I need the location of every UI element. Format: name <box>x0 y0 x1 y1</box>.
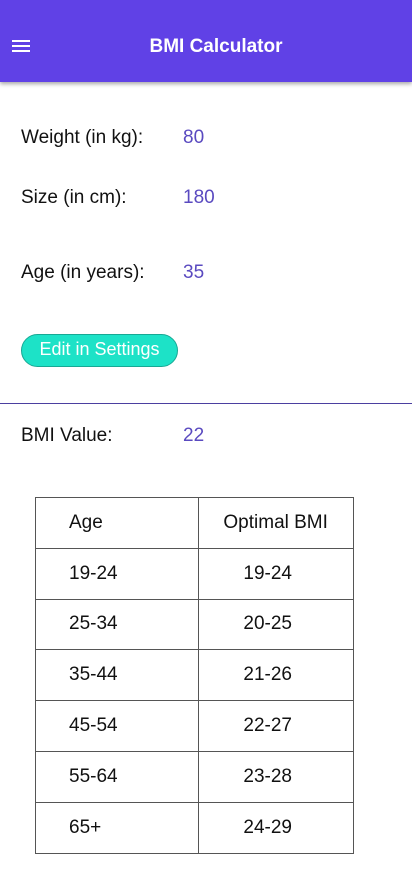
weight-value: 80 <box>183 127 205 148</box>
table-cell-age: 25-34 <box>34 598 200 651</box>
table-cell-bmi: 19-24 <box>198 547 354 600</box>
table-cell-bmi: 23-28 <box>198 750 354 803</box>
weight-label: Weight (in kg): <box>21 127 144 148</box>
table-header-row: Age Optimal BMI <box>34 497 354 549</box>
table-header-optimal-bmi: Optimal BMI <box>198 497 354 549</box>
bmi-value: 22 <box>183 425 205 446</box>
divider <box>0 403 412 404</box>
table-cell-bmi: 20-25 <box>198 598 354 651</box>
table-cell-age: 35-44 <box>34 649 200 702</box>
size-label: Size (in cm): <box>21 187 127 208</box>
optimal-bmi-table: Age Optimal BMI 19-24 19-24 25-34 20-25 … <box>34 497 354 854</box>
table-cell-age: 19-24 <box>34 547 200 600</box>
age-value: 35 <box>183 262 205 283</box>
age-label: Age (in years): <box>21 262 145 283</box>
table-cell-bmi: 21-26 <box>198 649 354 702</box>
page-title: BMI Calculator <box>149 36 283 57</box>
table-row: 55-64 23-28 <box>34 750 354 803</box>
table-row: 19-24 19-24 <box>34 547 354 600</box>
table-row: 25-34 20-25 <box>34 598 354 651</box>
table-cell-bmi: 24-29 <box>198 801 354 854</box>
edit-in-settings-button[interactable]: Edit in Settings <box>21 334 178 367</box>
table-row: 65+ 24-29 <box>34 801 354 854</box>
bmi-label: BMI Value: <box>21 425 113 446</box>
table-cell-age: 65+ <box>34 801 200 854</box>
table-row: 45-54 22-27 <box>34 700 354 752</box>
table-header-age: Age <box>34 497 200 549</box>
size-value: 180 <box>183 187 215 208</box>
table-cell-age: 55-64 <box>34 750 200 803</box>
table-cell-bmi: 22-27 <box>198 700 354 752</box>
table-cell-age: 45-54 <box>34 700 200 752</box>
table-row: 35-44 21-26 <box>34 649 354 702</box>
app-bar: BMI Calculator <box>0 0 412 82</box>
